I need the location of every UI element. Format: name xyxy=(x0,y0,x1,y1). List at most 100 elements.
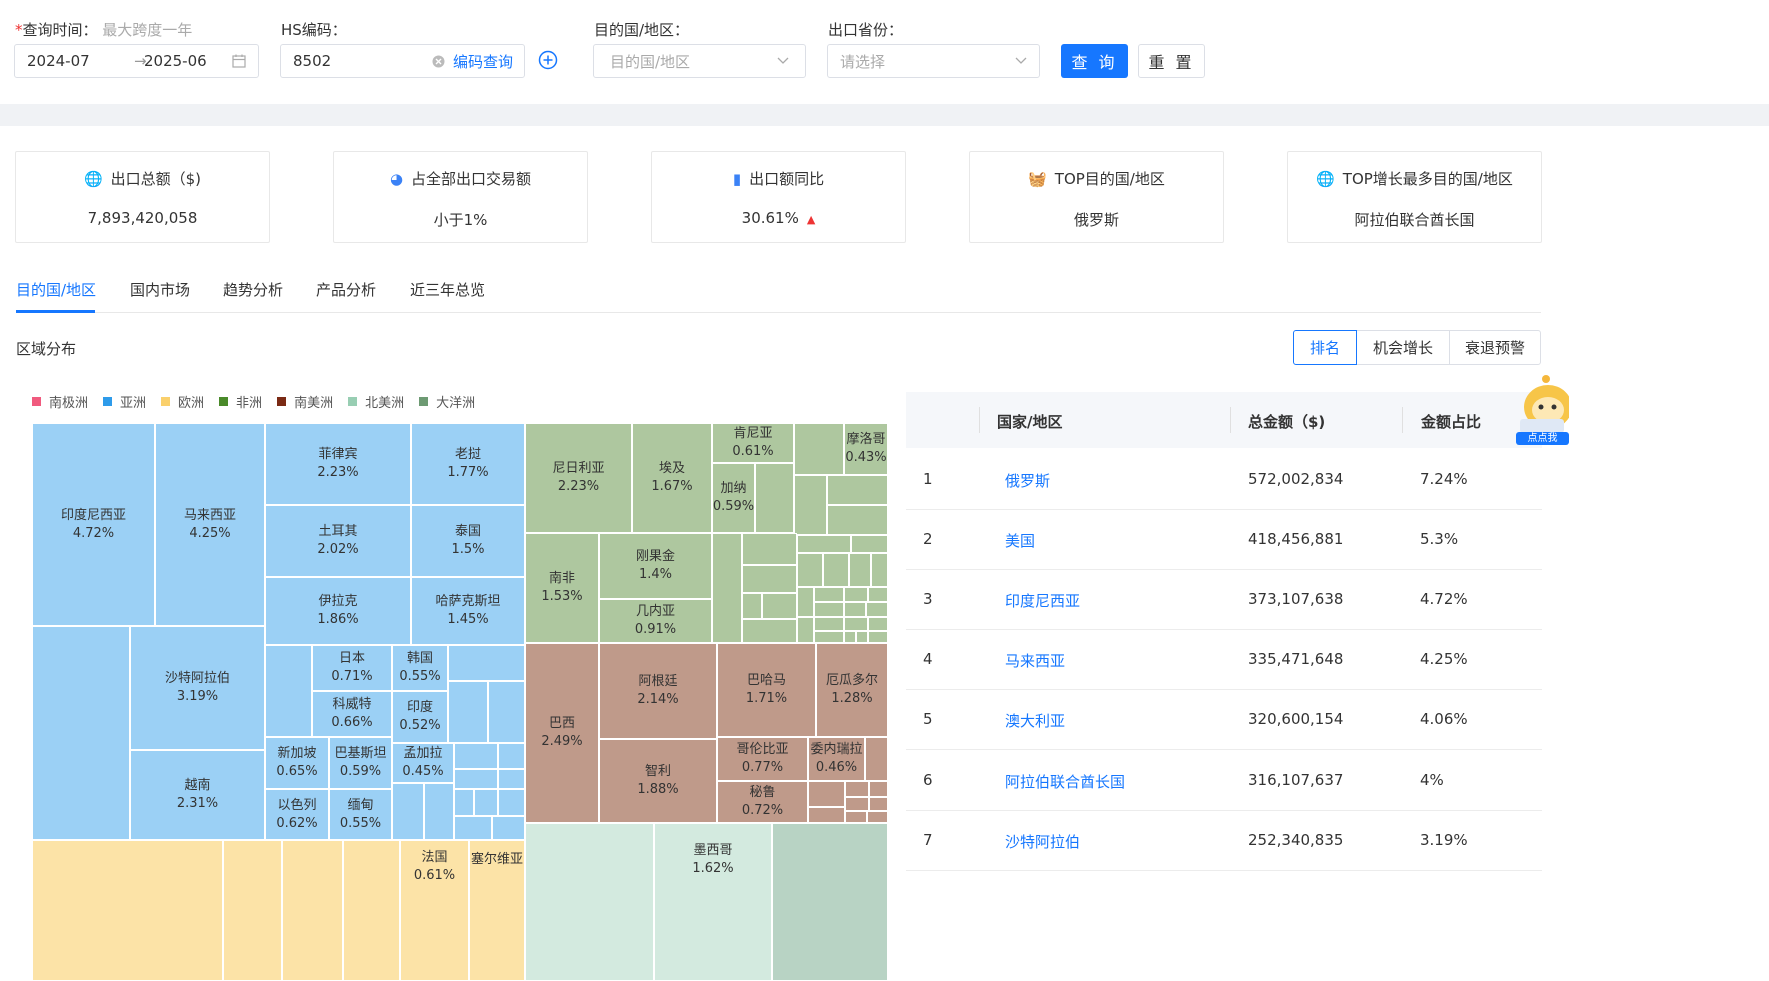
date-range-picker[interactable]: 2024-07 → 2025-06 xyxy=(14,44,259,78)
treemap-cell[interactable] xyxy=(868,617,888,631)
treemap-cell[interactable] xyxy=(868,631,888,643)
hs-code-field[interactable]: 8502 编码查询 xyxy=(280,44,525,78)
treemap-cell[interactable] xyxy=(871,553,888,587)
treemap-cell-korea[interactable]: 韩国 0.55% xyxy=(392,645,448,691)
calendar-icon[interactable] xyxy=(232,54,246,68)
treemap-cell[interactable] xyxy=(851,535,888,553)
treemap-cell-bahamas[interactable]: 巴哈马 1.71% xyxy=(717,643,816,737)
treemap-cell[interactable] xyxy=(772,823,888,981)
treemap-cell-pakistan[interactable]: 巴基斯坦 0.59% xyxy=(329,737,392,789)
country-link[interactable]: 马来西亚 xyxy=(1005,650,1065,671)
treemap-cell-south-africa[interactable]: 南非 1.53% xyxy=(525,533,599,643)
code-lookup-link[interactable]: 编码查询 xyxy=(453,51,513,72)
treemap-cell-morocco[interactable]: 摩洛哥 0.43% xyxy=(844,423,888,475)
tab-trend-analysis[interactable]: 趋势分析 xyxy=(223,279,283,300)
treemap-cell-ecuador[interactable]: 厄瓜多尔 1.28% xyxy=(816,643,888,737)
treemap-cell-kuwait[interactable]: 科威特 0.66% xyxy=(312,691,392,737)
treemap-cell-kazakhstan[interactable]: 哈萨克斯坦 1.45% xyxy=(411,577,525,645)
country-link[interactable]: 澳大利亚 xyxy=(1005,710,1065,731)
treemap-cell-india[interactable]: 印度 0.52% xyxy=(392,691,448,743)
treemap-cell[interactable] xyxy=(424,783,454,840)
country-link[interactable]: 阿拉伯联合酋长国 xyxy=(1005,771,1125,792)
add-circle-icon[interactable] xyxy=(538,50,558,70)
segment-ranking[interactable]: 排名 xyxy=(1293,330,1357,365)
treemap-cell[interactable] xyxy=(454,743,498,769)
treemap-cell[interactable] xyxy=(845,811,867,823)
table-row[interactable]: 7 沙特阿拉伯 252,340,835 3.19% xyxy=(906,811,1542,871)
treemap-cell[interactable] xyxy=(814,631,844,643)
treemap-cell[interactable] xyxy=(844,617,868,631)
legend-item[interactable]: 北美洲 xyxy=(348,392,404,411)
treemap-cell-peru[interactable]: 秘鲁 0.72% xyxy=(717,781,808,823)
country-link[interactable]: 沙特阿拉伯 xyxy=(1005,831,1080,852)
treemap-cell[interactable] xyxy=(844,631,856,643)
treemap-cell[interactable] xyxy=(448,645,525,681)
treemap-cell[interactable] xyxy=(869,797,888,811)
province-select[interactable]: 请选择 xyxy=(827,44,1040,78)
treemap-cell[interactable] xyxy=(474,789,498,816)
segment-opportunity[interactable]: 机会增长 xyxy=(1356,330,1450,365)
treemap-cell[interactable] xyxy=(868,587,888,602)
treemap-cell-brazil[interactable]: 巴西 2.49% xyxy=(525,643,599,823)
treemap-cell[interactable] xyxy=(867,811,888,823)
treemap-cell[interactable] xyxy=(712,533,742,643)
legend-item[interactable]: 南极洲 xyxy=(32,392,88,411)
legend-item[interactable]: 大洋洲 xyxy=(419,392,475,411)
treemap-cell[interactable] xyxy=(845,797,869,811)
treemap-cell-philippines[interactable]: 菲律宾 2.23% xyxy=(265,423,411,505)
treemap-cell[interactable] xyxy=(282,840,343,981)
segment-decline-warning[interactable]: 衰退预警 xyxy=(1449,330,1541,365)
treemap-cell[interactable] xyxy=(797,535,851,553)
treemap-cell-argentina[interactable]: 阿根廷 2.14% xyxy=(599,643,717,739)
table-row[interactable]: 5 澳大利亚 320,600,154 4.06% xyxy=(906,690,1542,750)
treemap-cell[interactable] xyxy=(814,587,844,602)
treemap-cell[interactable] xyxy=(488,681,525,743)
treemap-cell[interactable] xyxy=(498,743,525,769)
treemap-cell-venezuela[interactable]: 委内瑞拉 0.46% xyxy=(808,737,865,781)
treemap-cell[interactable] xyxy=(32,840,223,981)
treemap-cell[interactable] xyxy=(392,783,424,840)
clear-icon[interactable] xyxy=(432,55,445,68)
treemap-cell-japan[interactable]: 日本 0.71% xyxy=(312,645,392,691)
treemap-cell[interactable] xyxy=(454,816,492,840)
treemap-cell[interactable] xyxy=(814,602,844,617)
treemap-cell-gabon[interactable]: 加纳 0.59% xyxy=(712,463,755,533)
treemap-cell[interactable] xyxy=(808,781,845,807)
treemap-cell[interactable] xyxy=(343,840,400,981)
country-link[interactable]: 美国 xyxy=(1005,530,1035,551)
treemap-cell[interactable] xyxy=(448,681,488,743)
treemap-cell[interactable] xyxy=(755,463,794,533)
treemap-cell[interactable] xyxy=(827,505,888,535)
legend-item[interactable]: 非洲 xyxy=(219,392,262,411)
treemap-cell-congo[interactable]: 刚果金 1.4% xyxy=(599,533,712,599)
treemap-cell-indonesia[interactable]: 印度尼西亚 4.72% xyxy=(32,423,155,626)
treemap-cell[interactable] xyxy=(845,781,869,797)
table-row[interactable]: 3 印度尼西亚 373,107,638 4.72% xyxy=(906,570,1542,630)
date-end-input[interactable]: 2025-06 xyxy=(144,52,207,70)
country-link[interactable]: 印度尼西亚 xyxy=(1005,590,1080,611)
treemap-cell-myanmar[interactable]: 缅甸 0.55% xyxy=(329,789,392,840)
treemap-cell-iraq[interactable]: 伊拉克 1.86% xyxy=(265,577,411,645)
treemap-cell-chile[interactable]: 智利 1.88% xyxy=(599,739,717,823)
treemap-cell[interactable] xyxy=(498,769,525,789)
treemap-cell-malaysia[interactable]: 马来西亚 4.25% xyxy=(155,423,265,626)
treemap-cell[interactable] xyxy=(797,587,814,617)
treemap-cell[interactable] xyxy=(498,789,525,816)
column-header-amount[interactable]: 总金额（$) xyxy=(1248,411,1325,432)
treemap-cell[interactable] xyxy=(808,807,845,823)
tab-destination[interactable]: 目的国/地区 xyxy=(16,279,96,300)
tab-three-year-overview[interactable]: 近三年总览 xyxy=(410,279,485,300)
treemap-cell-bangladesh[interactable]: 孟加拉 0.45% xyxy=(392,743,454,783)
legend-item[interactable]: 南美洲 xyxy=(277,392,333,411)
treemap-cell[interactable] xyxy=(762,593,797,619)
table-row[interactable]: 1 俄罗斯 572,002,834 7.24% xyxy=(906,450,1542,510)
treemap-cell[interactable] xyxy=(844,587,868,602)
treemap-cell[interactable] xyxy=(844,602,866,617)
table-row[interactable]: 4 马来西亚 335,471,648 4.25% xyxy=(906,630,1542,690)
treemap-cell[interactable] xyxy=(265,645,312,737)
treemap-cell[interactable] xyxy=(742,565,797,593)
query-button[interactable]: 查 询 xyxy=(1061,44,1128,78)
treemap-cell[interactable] xyxy=(794,475,827,535)
treemap-cell-turkey[interactable]: 土耳其 2.02% xyxy=(265,505,411,577)
treemap-cell[interactable] xyxy=(32,626,130,840)
